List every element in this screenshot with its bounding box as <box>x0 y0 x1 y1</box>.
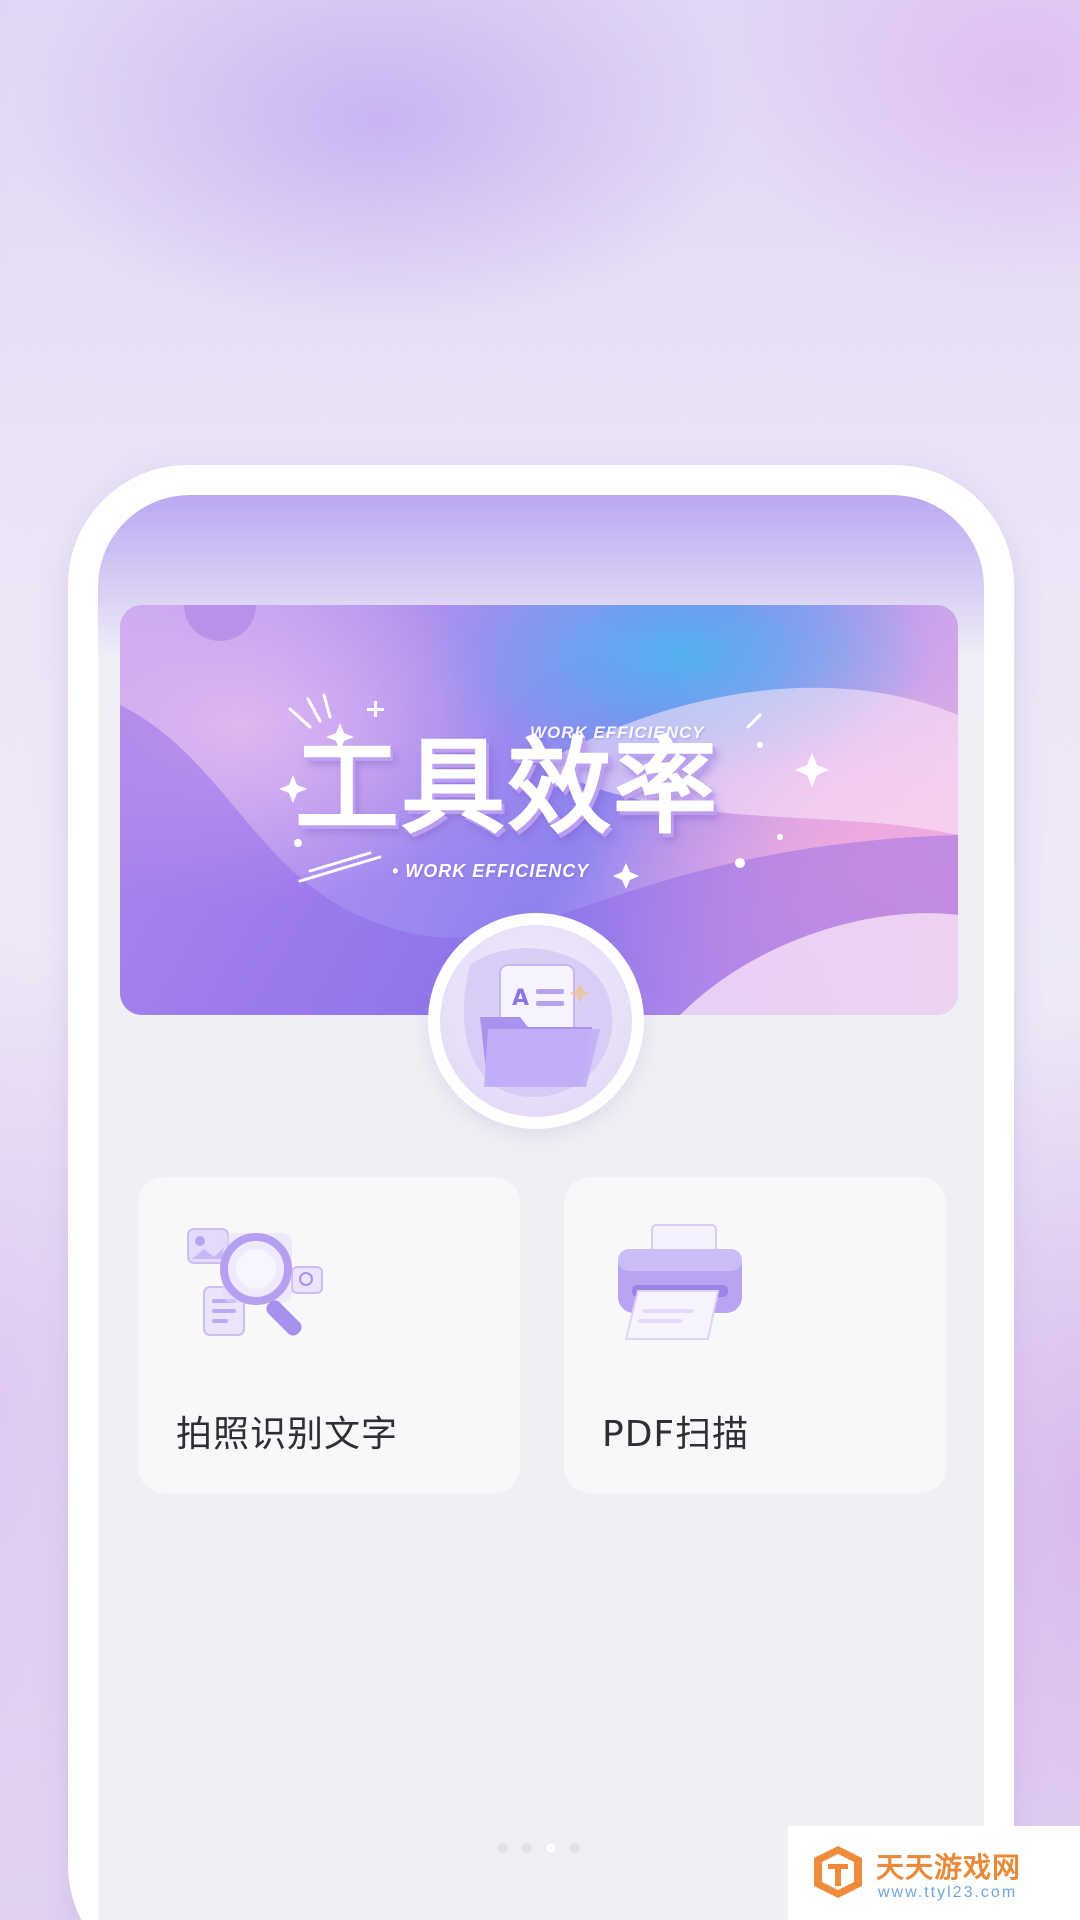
watermark-logo-icon <box>814 1846 862 1898</box>
site-watermark: 天天游戏网 www.ttyl23.com <box>788 1826 1080 1920</box>
document-folder-icon: A <box>463 948 613 1098</box>
page-root: { "banner": { "title": "工具效率", "subtitle… <box>0 0 1080 1920</box>
center-circle-inner: A <box>440 925 632 1117</box>
ocr-card-label: 拍照识别文字 <box>176 1414 399 1455</box>
magnifier-scan-icon <box>187 1228 323 1336</box>
watermark-url: www.ttyl23.com <box>878 1884 1018 1901</box>
page-dot[interactable] <box>570 1843 580 1853</box>
printer-icon <box>618 1224 742 1340</box>
phone-mockup: WORK EFFICIENCY 工具效率 • WORK EFFICIENCY A <box>68 465 1014 1920</box>
page-dot[interactable] <box>522 1843 532 1853</box>
page-dot[interactable] <box>498 1843 508 1853</box>
center-feature-button[interactable]: A <box>428 913 644 1129</box>
watermark-name: 天天游戏网 <box>876 1851 1022 1884</box>
ocr-card[interactable]: 拍照识别文字 <box>138 1177 520 1493</box>
svg-text:A: A <box>512 986 529 1011</box>
page-indicator <box>498 1843 580 1853</box>
app-screen: WORK EFFICIENCY 工具效率 • WORK EFFICIENCY A <box>98 495 984 1920</box>
pdf-scan-card-label: PDF扫描 <box>602 1414 750 1455</box>
banner-subtitle-bottom: • WORK EFFICIENCY <box>392 861 590 881</box>
pdf-scan-card[interactable]: PDF扫描 <box>564 1177 946 1493</box>
banner-title: 工具效率 <box>295 726 720 848</box>
page-dot-active[interactable] <box>546 1843 556 1853</box>
